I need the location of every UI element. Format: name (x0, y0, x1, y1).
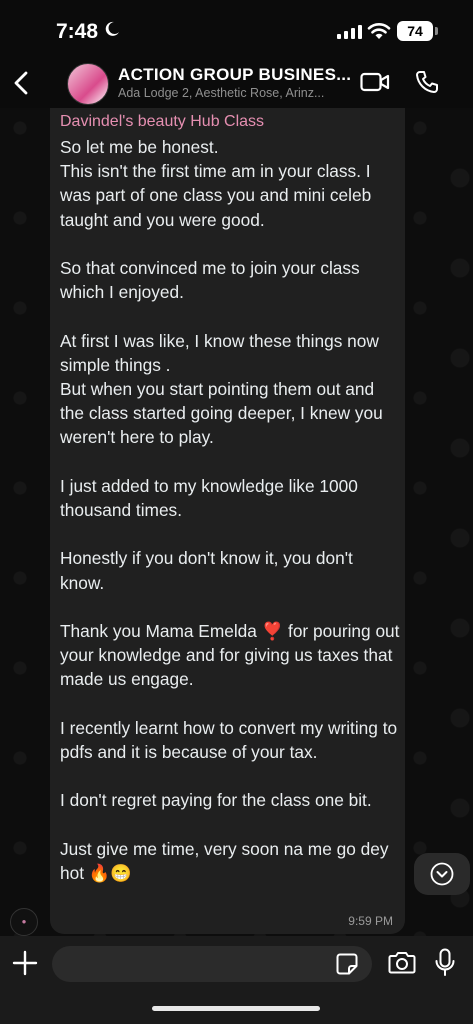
compose-bar (0, 936, 473, 1024)
plus-icon[interactable] (12, 950, 38, 976)
scroll-down-button[interactable] (414, 853, 470, 895)
battery-indicator: 74 (397, 21, 433, 41)
group-title[interactable]: ACTION GROUP BUSINES... (118, 65, 351, 85)
message-bubble[interactable]: Davindel's beauty Hub Class So let me be… (50, 108, 405, 934)
message-text: So let me be honest. This isn't the firs… (60, 137, 400, 884)
status-bar: 7:48 74 (0, 0, 473, 58)
camera-icon[interactable] (388, 950, 416, 976)
cellular-signal-icon (337, 25, 362, 39)
mic-icon[interactable] (434, 948, 456, 978)
group-avatar[interactable] (67, 63, 109, 105)
phone-icon[interactable] (415, 70, 439, 94)
sender-avatar[interactable]: ● (10, 908, 38, 936)
message-input[interactable] (52, 946, 372, 982)
message-sender[interactable]: Davindel's beauty Hub Class (60, 113, 264, 131)
group-members[interactable]: Ada Lodge 2, Aesthetic Rose, Arinz... (118, 86, 324, 100)
message-time: 9:59 PM (348, 914, 393, 928)
focus-moon-icon (105, 21, 119, 36)
chat-header: ACTION GROUP BUSINES... Ada Lodge 2, Aes… (0, 58, 473, 108)
battery-nub (435, 27, 438, 35)
back-icon[interactable] (10, 70, 34, 96)
status-time: 7:48 (56, 20, 99, 43)
wifi-icon (367, 23, 391, 39)
video-call-icon[interactable] (360, 71, 390, 93)
scroll-down-icon (430, 862, 454, 886)
sticker-icon[interactable] (336, 953, 358, 975)
home-indicator (152, 1006, 320, 1011)
